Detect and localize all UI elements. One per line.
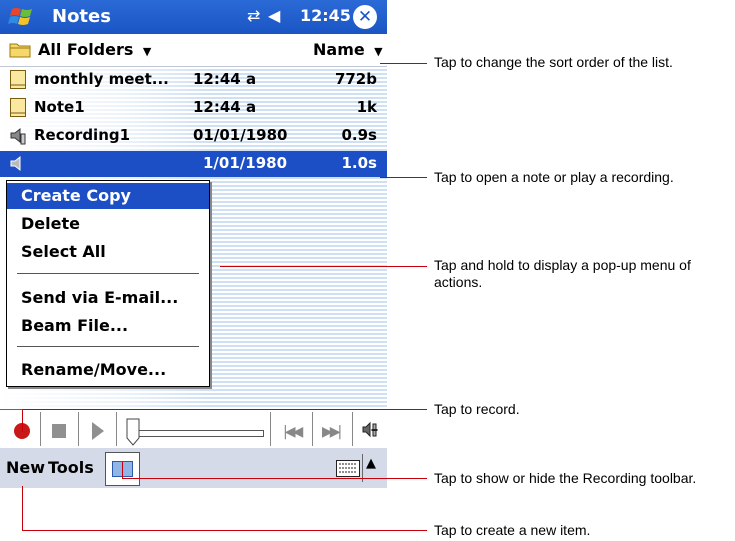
menu-separator xyxy=(17,346,199,347)
item-size: 1.0s xyxy=(341,154,377,172)
toolbar-divider xyxy=(78,412,79,446)
play-button[interactable] xyxy=(92,422,104,440)
toolbar-divider xyxy=(40,412,41,446)
title-bar: Notes ⇄ ◀ 12:45 ✕ xyxy=(0,0,387,34)
callout-popup-menu: Tap and hold to display a pop-up menu of… xyxy=(434,257,691,290)
close-button[interactable]: ✕ xyxy=(353,5,377,29)
volume-icon[interactable]: ◀ xyxy=(268,6,280,25)
leader-line xyxy=(220,266,427,267)
list-item[interactable]: monthly meet... 12:44 a 772b xyxy=(0,67,387,93)
menu-separator xyxy=(17,273,199,274)
menu-item-rename-move[interactable]: Rename/Move... xyxy=(7,357,209,383)
menu-item-label: Beam File... xyxy=(21,316,129,335)
item-size: 772b xyxy=(334,70,377,88)
menu-item-create-copy[interactable]: Create Copy xyxy=(7,183,209,209)
leader-line xyxy=(122,462,123,478)
leader-line xyxy=(380,63,427,64)
item-date: 12:44 a xyxy=(193,98,257,116)
leader-line xyxy=(22,409,427,410)
menu-item-label: Select All xyxy=(21,242,106,261)
folder-dropdown-label: All Folders xyxy=(38,40,134,59)
item-name: Recording1 xyxy=(34,126,131,144)
item-name: Note1 xyxy=(34,98,85,116)
folder-icon xyxy=(9,43,31,58)
sort-dropdown-label: Name xyxy=(313,40,365,59)
sort-dropdown[interactable]: Name ▼ xyxy=(313,40,383,59)
leader-line xyxy=(380,177,427,178)
keyboard-icon[interactable] xyxy=(336,460,360,477)
menu-item-label: Rename/Move... xyxy=(21,360,167,379)
note-icon xyxy=(10,98,26,117)
leader-line xyxy=(22,530,427,531)
callout-record: Tap to record. xyxy=(434,401,520,417)
toolbar-divider xyxy=(116,412,117,446)
position-slider-track[interactable] xyxy=(130,430,264,437)
windows-start-icon[interactable] xyxy=(8,5,36,29)
leader-line xyxy=(22,486,23,530)
tools-menu[interactable]: Tools xyxy=(48,458,94,477)
item-date: 01/01/1980 xyxy=(193,126,288,144)
note-icon xyxy=(10,70,26,89)
menu-item-label: Create Copy xyxy=(21,186,131,205)
menu-item-beam-file[interactable]: Beam File... xyxy=(7,313,209,339)
menu-item-label: Send via E-mail... xyxy=(21,288,179,307)
item-date: 1/01/1980 xyxy=(203,154,288,172)
list-item-selected[interactable]: 1/01/1980 1.0s xyxy=(0,151,387,177)
item-date: 12:44 a xyxy=(193,70,257,88)
clock[interactable]: 12:45 xyxy=(300,6,351,25)
leader-line xyxy=(122,478,427,479)
menu-item-delete[interactable]: Delete xyxy=(7,211,209,237)
pocket-pc-screen: Notes ⇄ ◀ 12:45 ✕ All Folders ▼ Name ▼ m… xyxy=(0,0,387,488)
connectivity-icon[interactable]: ⇄ xyxy=(247,6,260,25)
list-item[interactable]: Note1 12:44 a 1k xyxy=(0,95,387,121)
item-size: 1k xyxy=(356,98,377,116)
command-bar: New Tools ▲ xyxy=(0,448,387,488)
skip-back-icon[interactable]: |◀◀ xyxy=(283,424,303,440)
menu-item-label: Delete xyxy=(21,214,80,233)
context-menu: Create Copy Delete Select All Send via E… xyxy=(6,180,210,387)
menu-item-select-all[interactable]: Select All xyxy=(7,239,209,265)
recording-icon xyxy=(10,155,21,172)
item-size: 0.9s xyxy=(341,126,377,144)
new-button[interactable]: New xyxy=(6,458,45,477)
leader-line xyxy=(22,409,23,432)
chevron-up-icon[interactable]: ▲ xyxy=(366,456,376,471)
toolbar-divider xyxy=(312,412,313,446)
callout-open-note: Tap to open a note or play a recording. xyxy=(434,169,674,185)
menu-item-send-via-email[interactable]: Send via E-mail... xyxy=(7,285,209,311)
callout-recording-toolbar: Tap to show or hide the Recording toolba… xyxy=(434,470,697,486)
folder-dropdown[interactable]: All Folders ▼ xyxy=(38,40,151,59)
toolbar-divider xyxy=(270,412,271,446)
recording-toolbar: |◀◀ ▶▶| xyxy=(0,409,387,449)
app-title: Notes xyxy=(52,6,111,27)
toolbar-divider xyxy=(352,412,353,446)
item-name: monthly meet... xyxy=(34,70,169,88)
position-slider-thumb[interactable] xyxy=(126,418,140,446)
chevron-down-icon: ▼ xyxy=(370,45,383,58)
stop-button[interactable] xyxy=(52,424,66,438)
callout-new-item: Tap to create a new item. xyxy=(434,522,591,538)
callout-sort-order: Tap to change the sort order of the list… xyxy=(434,54,673,70)
speaker-volume-icon[interactable] xyxy=(362,421,382,439)
folder-sort-bar: All Folders ▼ Name ▼ xyxy=(0,34,387,67)
skip-forward-icon[interactable]: ▶▶| xyxy=(322,424,342,440)
recording-icon xyxy=(10,127,26,145)
chevron-down-icon: ▼ xyxy=(138,45,152,58)
list-item[interactable]: Recording1 01/01/1980 0.9s xyxy=(0,123,387,149)
